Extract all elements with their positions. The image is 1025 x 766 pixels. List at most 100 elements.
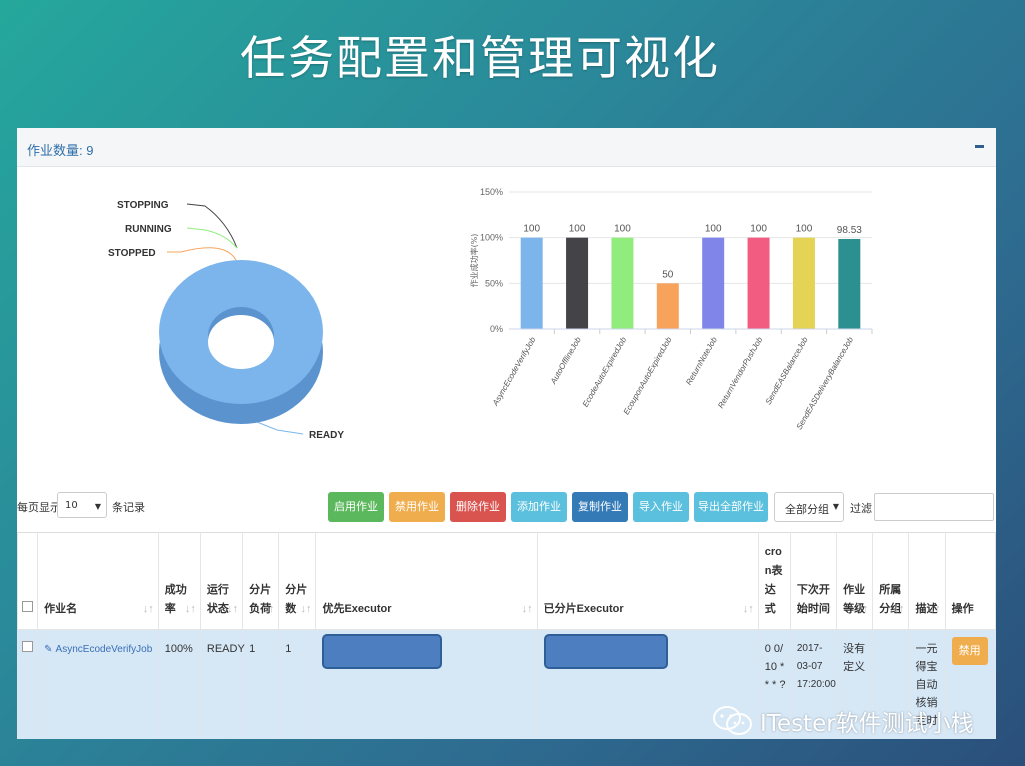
sort-icon: ↓↑ <box>821 603 833 615</box>
bar-value-label: 98.53 <box>837 225 862 236</box>
column-header-actions: 操作 <box>944 532 996 630</box>
length-prefix-label: 每页显示 <box>17 502 61 514</box>
y-tick-label: 150% <box>480 187 503 197</box>
jobs-panel: 作业数量: 9 STOPPING RUNNING STOPPED READY 1… <box>17 128 996 739</box>
column-header-level[interactable]: 作业等级 ↓↑ <box>836 532 874 630</box>
column-header-sharded-executor[interactable]: 已分片Executor ↓↑ <box>536 532 759 630</box>
sort-icon: ↓↑ <box>929 603 941 615</box>
bar-value-label: 100 <box>614 224 631 235</box>
header-label: 操作 <box>951 603 974 615</box>
bar <box>611 237 634 329</box>
sort-icon: ↓↑ <box>300 603 312 615</box>
job-name-cell[interactable]: ✎ AsyncEcodeVerifyJob <box>37 629 159 739</box>
pie-label-stopping: STOPPING <box>117 200 169 211</box>
y-tick-label: 50% <box>485 278 503 288</box>
bar <box>747 237 770 329</box>
bar <box>702 237 725 329</box>
column-header-name[interactable]: 作业名 ↓↑ <box>37 532 159 630</box>
sort-icon: ↓↑ <box>263 603 275 615</box>
x-tick-label: AsyncEcodeVerifyJob <box>490 335 537 408</box>
enable-job-button[interactable]: 启用作业 <box>328 492 384 522</box>
chevron-down-icon: ▼ <box>832 502 839 511</box>
select-all-checkbox[interactable] <box>17 532 39 630</box>
page-length-select[interactable]: 10 ▼ <box>57 492 107 518</box>
column-header-cron: cron表达式 <box>757 532 791 630</box>
panel-header: 作业数量: 9 <box>17 128 996 167</box>
group-filter-select[interactable]: 全部分组 ▼ <box>774 492 844 522</box>
column-header-shards[interactable]: 分片数 ↓↑ <box>278 532 317 630</box>
pie-connector-running <box>186 227 238 249</box>
bar <box>520 237 543 329</box>
header-label: cron表达式 <box>764 546 783 615</box>
bar <box>792 237 815 329</box>
sort-icon: ↓↑ <box>184 603 196 615</box>
y-tick-label: 0% <box>490 324 503 334</box>
column-header-preferred-executor[interactable]: 优先Executor ↓↑ <box>315 532 538 630</box>
bar <box>656 283 679 329</box>
checkbox-icon <box>22 601 33 612</box>
column-header-load[interactable]: 分片负荷 ↓↑ <box>242 532 280 630</box>
sort-icon: ↓↑ <box>142 603 154 615</box>
x-tick-label: EcodeAutoExpiredJob <box>581 335 629 409</box>
load-cell: 1 <box>242 629 280 739</box>
disable-job-button[interactable]: 禁用作业 <box>389 492 445 522</box>
export-all-jobs-button[interactable]: 导出全部作业 <box>694 492 768 522</box>
bar-value-label: 100 <box>796 224 813 235</box>
filter-label: 过滤 <box>850 502 872 515</box>
chevron-down-icon: ▼ <box>94 502 101 511</box>
wechat-icon <box>713 706 752 735</box>
success-rate-bar-chart: 150% 100% 50% 0% 作业成功率(%) 100 AsyncEcodeVerify… <box>469 187 873 431</box>
length-suffix-label: 条记录 <box>112 502 145 514</box>
job-count-title: 作业数量: 9 <box>27 143 94 158</box>
delete-job-button[interactable]: 删除作业 <box>450 492 506 522</box>
sort-icon: ↓↑ <box>742 603 754 615</box>
pie-hole <box>208 315 274 369</box>
x-tick-label: EcouponAutoExpiredJob <box>622 335 674 416</box>
column-header-status[interactable]: 运行状态 ↓↑ <box>199 532 244 630</box>
redacted-executor <box>543 634 668 669</box>
pie-connector-ready <box>256 421 304 435</box>
header-label: 优先Executor <box>322 603 392 615</box>
y-axis-label: 作业成功率(%) <box>469 234 479 288</box>
column-header-group[interactable]: 所属分组 ↓↑ <box>872 532 910 630</box>
header-label: 运行状态 <box>206 584 229 615</box>
success-rate-cell: 100% <box>157 629 201 739</box>
row-disable-button[interactable]: 禁用 <box>951 637 988 665</box>
collapse-icon[interactable] <box>975 145 984 148</box>
row-checkbox-cell[interactable] <box>17 629 39 739</box>
sort-icon: ↓↑ <box>857 603 869 615</box>
pie-connector-stopped <box>167 247 238 263</box>
pie-label-running: RUNNING <box>125 224 172 235</box>
copy-job-button[interactable]: 复制作业 <box>572 492 628 522</box>
preferred-executor-cell <box>315 629 538 739</box>
y-tick-label: 100% <box>480 233 503 243</box>
header-label: 已分片Executor <box>543 603 624 615</box>
job-name-link[interactable]: AsyncEcodeVerifyJob <box>56 644 153 655</box>
x-tick-label: SendEASBalanceJob <box>764 335 810 406</box>
import-job-button[interactable]: 导入作业 <box>633 492 689 522</box>
bar-value-label: 100 <box>569 224 586 235</box>
pie-label-stopped: STOPPED <box>108 248 156 259</box>
checkbox-icon <box>22 641 33 652</box>
pie-label-ready: READY <box>309 430 344 441</box>
header-label: 作业名 <box>44 603 78 615</box>
bar-value-label: 50 <box>662 269 674 280</box>
add-job-button[interactable]: 添加作业 <box>511 492 567 522</box>
slide-title: 任务配置和管理可视化 <box>240 31 720 85</box>
column-header-next-time[interactable]: 下次开始时间 ↓↑ <box>789 532 838 630</box>
header-label: 成功率 <box>164 584 187 615</box>
sort-icon: ↓↑ <box>227 603 239 615</box>
watermark-text: ITester软件测试小栈 <box>760 711 974 737</box>
sort-icon: ↓↑ <box>521 603 533 615</box>
bar <box>838 239 861 329</box>
shards-cell: 1 <box>278 629 317 739</box>
x-tick-label: ReturnNoteJob <box>684 335 719 387</box>
column-header-description[interactable]: 描述 ↓↑ <box>908 532 946 630</box>
column-header-success-rate[interactable]: 成功率 ↓↑ <box>157 532 201 630</box>
x-tick-label: ReturnVendorPushJob <box>716 335 764 410</box>
charts-area: STOPPING RUNNING STOPPED READY 150% 100% 5… <box>17 167 996 472</box>
bar <box>566 237 589 329</box>
bar-value-label: 100 <box>523 224 540 235</box>
filter-input[interactable] <box>874 493 994 521</box>
status-cell: READY <box>199 629 245 739</box>
